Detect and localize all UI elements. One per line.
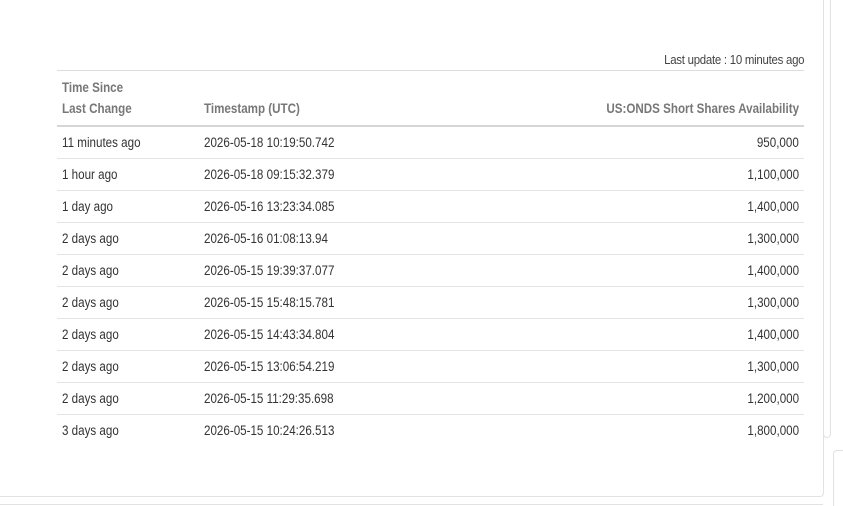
side-panel-edge-lower (833, 450, 843, 506)
table-row: 1 hour ago 2026-05-18 09:15:32.379 1,100… (57, 158, 804, 191)
cell-timestamp: 2026-05-15 13:06:54.219 (199, 350, 459, 383)
time-since-text: 2 days ago (62, 231, 119, 246)
availability-value: 1,200,000 (747, 391, 799, 406)
availability-value: 1,800,000 (747, 423, 799, 438)
time-since-text: 2 days ago (62, 263, 119, 278)
timestamp-text: 2026-05-18 10:19:50.742 (204, 135, 335, 150)
cell-time-since: 11 minutes ago (57, 126, 199, 159)
timestamp-text: 2026-05-18 09:15:32.379 (204, 167, 335, 182)
cell-availability: 1,400,000 (459, 318, 804, 351)
table-row: 11 minutes ago 2026-05-18 10:19:50.742 9… (57, 126, 804, 159)
time-since-text: 1 day ago (62, 199, 114, 214)
cell-timestamp: 2026-05-18 09:15:32.379 (199, 158, 459, 191)
cell-availability: 1,400,000 (459, 190, 804, 223)
cell-availability: 1,100,000 (459, 158, 804, 191)
cell-time-since: 2 days ago (57, 382, 199, 415)
time-since-text: 2 days ago (62, 359, 119, 374)
time-since-text: 1 hour ago (62, 167, 118, 182)
table-row: 3 days ago 2026-05-15 10:24:26.513 1,800… (57, 415, 804, 447)
side-panel-edge (823, 0, 831, 438)
short-availability-table-wrapper: Time Since Last Change Timestamp (UTC) U… (57, 70, 804, 446)
header-availability[interactable]: US:ONDS Short Shares Availability (459, 70, 804, 127)
time-since-text: 11 minutes ago (62, 135, 141, 150)
cell-availability: 1,300,000 (459, 350, 804, 383)
page: Last update : 10 minutes ago Time Since … (0, 0, 843, 506)
cell-time-since: 3 days ago (57, 415, 199, 447)
cell-time-since: 1 day ago (57, 190, 199, 223)
header-timestamp[interactable]: Timestamp (UTC) (199, 70, 459, 127)
last-update-text: Last update : 10 minutes ago (663, 52, 804, 67)
table-row: 2 days ago 2026-05-16 01:08:13.94 1,300,… (57, 222, 804, 255)
header-time-since-line1: Time Since (62, 80, 124, 95)
timestamp-text: 2026-05-15 15:48:15.781 (204, 295, 335, 310)
availability-value: 1,300,000 (747, 295, 799, 310)
availability-value: 1,400,000 (747, 327, 799, 342)
cell-time-since: 2 days ago (57, 222, 199, 255)
header-availability-label: US:ONDS Short Shares Availability (606, 101, 799, 116)
table-row: 2 days ago 2026-05-15 19:39:37.077 1,400… (57, 254, 804, 287)
header-time-since-line2: Last Change (62, 101, 132, 116)
cell-timestamp: 2026-05-15 15:48:15.781 (199, 286, 459, 319)
cell-timestamp: 2026-05-15 11:29:35.698 (199, 382, 459, 415)
cell-time-since: 2 days ago (57, 318, 199, 351)
timestamp-text: 2026-05-15 19:39:37.077 (204, 263, 335, 278)
cell-timestamp: 2026-05-15 14:43:34.804 (199, 318, 459, 351)
cell-time-since: 2 days ago (57, 286, 199, 319)
table-body: 11 minutes ago 2026-05-18 10:19:50.742 9… (57, 126, 804, 446)
timestamp-text: 2026-05-15 13:06:54.219 (204, 359, 335, 374)
cell-availability: 1,200,000 (459, 382, 804, 415)
cell-availability: 1,300,000 (459, 222, 804, 255)
table-row: 2 days ago 2026-05-15 13:06:54.219 1,300… (57, 350, 804, 383)
time-since-text: 2 days ago (62, 391, 119, 406)
cell-availability: 950,000 (459, 126, 804, 159)
availability-value: 1,400,000 (747, 263, 799, 278)
header-timestamp-label: Timestamp (UTC) (204, 101, 300, 116)
table-row: 2 days ago 2026-05-15 11:29:35.698 1,200… (57, 382, 804, 415)
cell-timestamp: 2026-05-15 10:24:26.513 (199, 415, 459, 447)
timestamp-text: 2026-05-15 14:43:34.804 (204, 327, 335, 342)
cell-availability: 1,400,000 (459, 254, 804, 287)
cell-time-since: 1 hour ago (57, 158, 199, 191)
timestamp-text: 2026-05-15 10:24:26.513 (204, 423, 335, 438)
availability-value: 950,000 (757, 135, 799, 150)
timestamp-text: 2026-05-15 11:29:35.698 (204, 391, 334, 406)
time-since-text: 2 days ago (62, 295, 119, 310)
cell-time-since: 2 days ago (57, 350, 199, 383)
cell-availability: 1,300,000 (459, 286, 804, 319)
timestamp-text: 2026-05-16 01:08:13.94 (204, 231, 328, 246)
table-header-row: Time Since Last Change Timestamp (UTC) U… (57, 70, 804, 127)
table-row: 2 days ago 2026-05-15 15:48:15.781 1,300… (57, 286, 804, 319)
short-availability-table: Time Since Last Change Timestamp (UTC) U… (57, 70, 804, 446)
timestamp-text: 2026-05-16 13:23:34.085 (204, 199, 335, 214)
availability-value: 1,400,000 (747, 199, 799, 214)
availability-value: 1,300,000 (747, 359, 799, 374)
cell-availability: 1,800,000 (459, 415, 804, 447)
time-since-text: 2 days ago (62, 327, 119, 342)
table-row: 2 days ago 2026-05-15 14:43:34.804 1,400… (57, 318, 804, 351)
table-header: Time Since Last Change Timestamp (UTC) U… (57, 70, 804, 127)
availability-value: 1,300,000 (747, 231, 799, 246)
cell-timestamp: 2026-05-16 13:23:34.085 (199, 190, 459, 223)
time-since-text: 3 days ago (62, 423, 119, 438)
cell-timestamp: 2026-05-16 01:08:13.94 (199, 222, 459, 255)
header-time-since[interactable]: Time Since Last Change (57, 70, 199, 127)
cell-timestamp: 2026-05-18 10:19:50.742 (199, 126, 459, 159)
availability-value: 1,100,000 (747, 167, 799, 182)
table-row: 1 day ago 2026-05-16 13:23:34.085 1,400,… (57, 190, 804, 223)
cell-time-since: 2 days ago (57, 254, 199, 287)
cell-timestamp: 2026-05-15 19:39:37.077 (199, 254, 459, 287)
